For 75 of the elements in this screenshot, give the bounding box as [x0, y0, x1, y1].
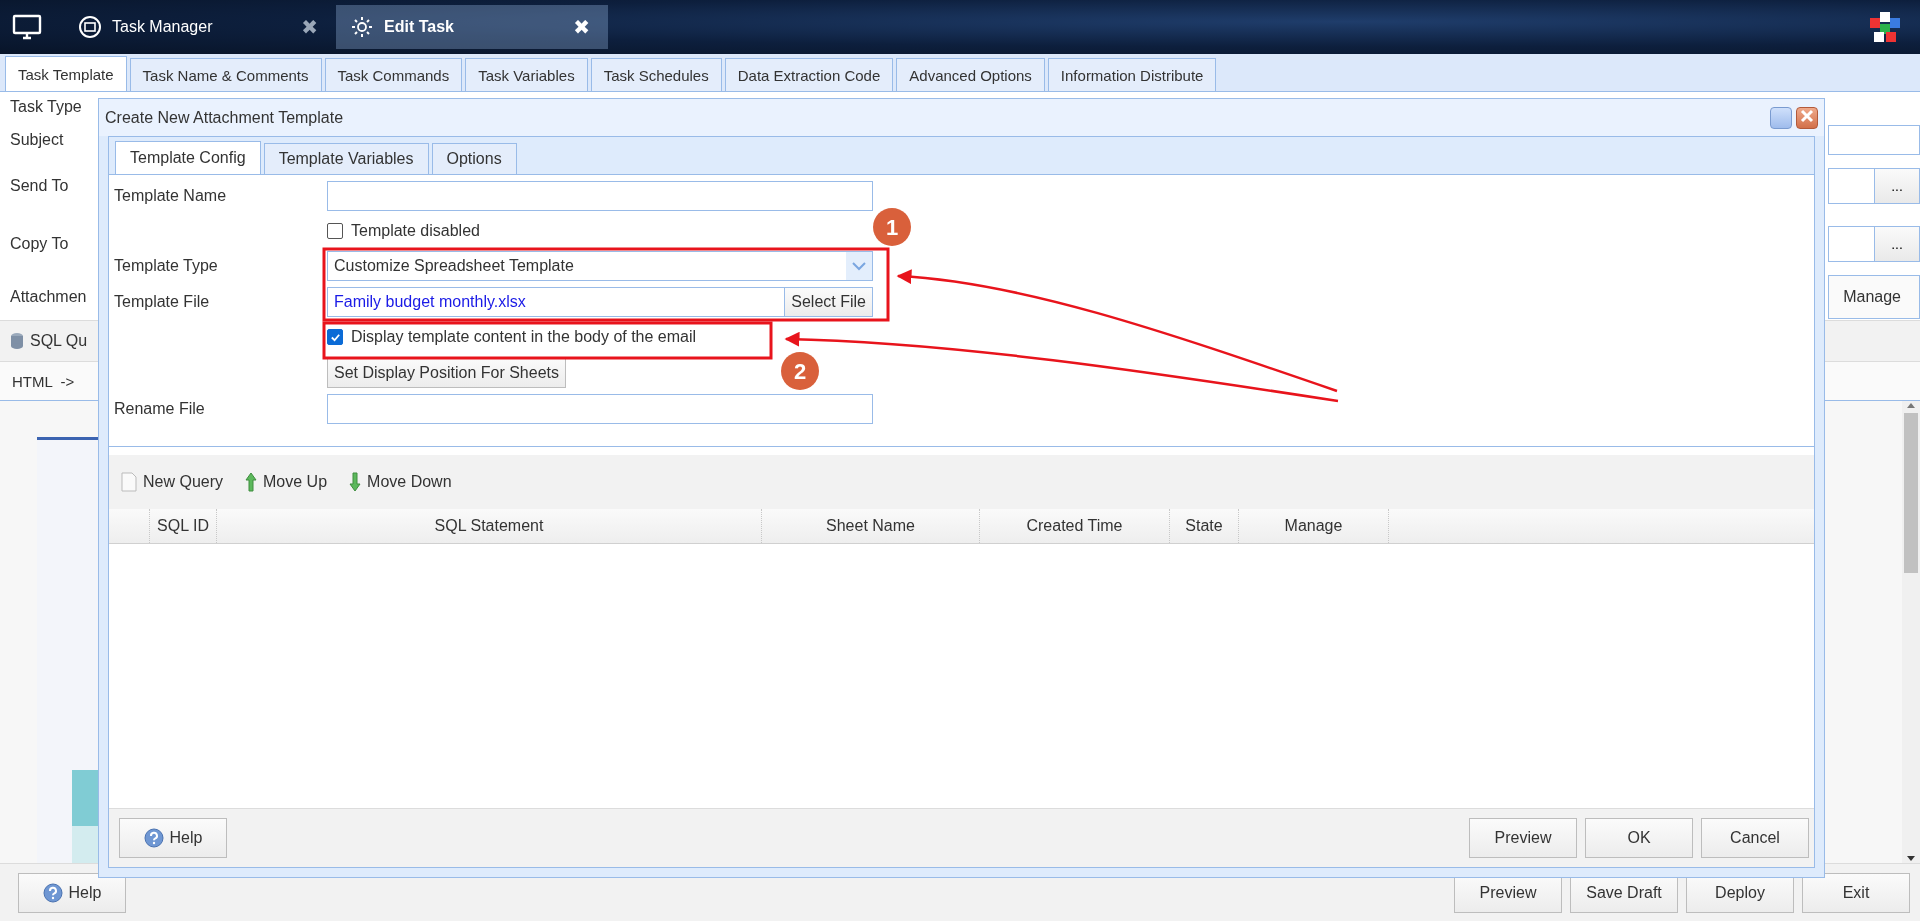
browse-button[interactable]: ... [1874, 226, 1920, 262]
field-label: Rename File [114, 400, 206, 418]
toolbar-button[interactable]: New Query [121, 472, 224, 492]
footer-button[interactable]: Exit [1802, 872, 1910, 913]
recipient-field[interactable] [1828, 168, 1874, 204]
dialog-button[interactable]: OK [1585, 818, 1693, 858]
help-icon [143, 828, 164, 848]
checkbox[interactable] [327, 329, 343, 345]
minimize-button[interactable] [1770, 106, 1792, 129]
page-tab[interactable]: Task Commands [324, 58, 463, 91]
window-icon [78, 15, 102, 39]
page-tab[interactable]: Data Extraction Code [724, 58, 894, 91]
close-icon [1800, 109, 1814, 123]
toolbar-button[interactable]: Move Down [349, 472, 452, 492]
close-tab-icon[interactable]: ✖ [301, 15, 318, 39]
dialog-tab[interactable]: Template Config [115, 141, 261, 174]
app-tab[interactable]: Task Manager ✖ [64, 5, 336, 49]
page-tab[interactable]: Information Distribute [1047, 58, 1217, 91]
gear-icon [350, 15, 374, 39]
close-button[interactable] [1796, 106, 1818, 129]
checkbox-label: Display template content in the body of the email [351, 328, 697, 346]
step-badge: 1 [873, 208, 911, 246]
field-label: Template File [114, 293, 211, 311]
field-label: Template Type [114, 257, 219, 275]
field-label: Subject [9, 131, 65, 149]
field-label: Attachmen [9, 288, 88, 306]
field-label: Task Type [9, 98, 83, 116]
down-arrow-icon [349, 472, 362, 492]
up-arrow-icon [245, 472, 258, 492]
text-field[interactable] [327, 394, 873, 424]
recipient-field[interactable] [1828, 226, 1874, 262]
browse-button[interactable]: ... [1874, 168, 1920, 204]
caret-icon [852, 261, 866, 271]
column-header[interactable]: Created Time [980, 509, 1170, 543]
page-tab[interactable]: Task Variables [465, 58, 588, 91]
type-dropdown[interactable]: Customize Spreadsheet Template [327, 251, 873, 281]
field-label: Send To [9, 177, 70, 195]
subject-field[interactable] [1828, 125, 1920, 155]
document-icon [121, 472, 137, 492]
scrollbar[interactable] [1902, 401, 1920, 863]
checkbox[interactable] [327, 223, 343, 239]
monitor-icon[interactable] [12, 14, 42, 40]
dialog-button[interactable]: Cancel [1701, 818, 1809, 858]
check-icon [329, 331, 341, 343]
close-tab-icon[interactable]: ✖ [573, 15, 590, 39]
help-button[interactable]: Help [18, 872, 126, 913]
column-header[interactable]: SQL Statement [217, 509, 762, 543]
field-label: Copy To [9, 235, 70, 253]
sql-query-label: SQL Qu [30, 332, 88, 350]
help-icon [42, 882, 63, 903]
step-badge: 2 [781, 352, 819, 390]
manage-button[interactable]: Manage [1828, 275, 1920, 319]
page-tab[interactable]: Advanced Options [896, 58, 1045, 91]
database-icon [10, 332, 24, 350]
dialog-title: Create New Attachment Template [105, 108, 344, 127]
app-tab[interactable]: Edit Task ✖ [336, 5, 608, 49]
page-tab[interactable]: Task Name & Comments [129, 58, 322, 91]
column-header[interactable]: Manage [1239, 509, 1389, 543]
select-file-button[interactable]: Select File [784, 287, 873, 317]
page-tab[interactable]: Task Template [5, 56, 127, 91]
dialog-button[interactable]: Preview [1469, 818, 1577, 858]
help-button[interactable]: Help [119, 818, 227, 858]
field-label: Template Name [114, 187, 228, 205]
dialog-tab[interactable]: Template Variables [263, 143, 429, 174]
logo-icon [1868, 10, 1902, 44]
text-field[interactable] [327, 181, 873, 211]
file-name-field[interactable]: Family budget monthly.xlsx [327, 287, 785, 317]
checkbox-label: Template disabled [351, 222, 480, 240]
column-header[interactable]: State [1170, 509, 1239, 543]
column-header[interactable]: Sheet Name [762, 509, 980, 543]
toolbar-button[interactable]: Move Up [245, 472, 328, 492]
html-label: HTML -> [12, 372, 75, 390]
page-tab[interactable]: Task Schedules [590, 58, 722, 91]
dialog-tab[interactable]: Options [431, 143, 517, 174]
column-header[interactable]: SQL ID [150, 509, 217, 543]
